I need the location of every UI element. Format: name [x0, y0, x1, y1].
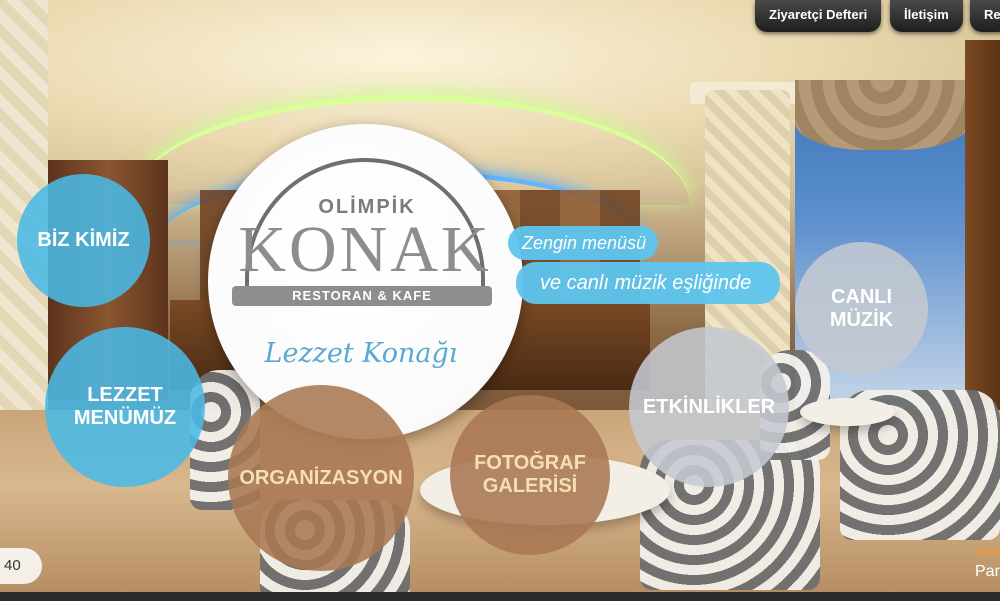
tagline-pill-2: ve canlı müzik eşliğinde: [516, 262, 780, 304]
fotograf-galerisi-button[interactable]: FOTOĞRAF GALERİSİ: [450, 395, 610, 555]
page-number-badge: 40: [0, 548, 42, 584]
lezzet-menumuz-button[interactable]: LEZZET MENÜMÜZ: [45, 327, 205, 487]
etkinlikler-button[interactable]: ETKİNLİKLER: [629, 327, 789, 487]
logo-name: KONAK: [238, 213, 492, 286]
logo-subtitle: RESTORAN & KAFE: [232, 286, 492, 306]
corner-small-text: Sana: [976, 547, 1000, 558]
nav-partial-button[interactable]: Re: [970, 0, 1000, 32]
organizasyon-button[interactable]: ORGANİZASYON: [228, 385, 414, 571]
canli-muzik-button[interactable]: CANLI MÜZİK: [795, 242, 928, 375]
table: [800, 398, 895, 426]
tagline-pill-1: Zengin menüsü: [508, 226, 658, 260]
curtain: [795, 80, 970, 150]
bottom-strip: [0, 592, 1000, 601]
corner-big-text[interactable]: Par: [975, 563, 1000, 581]
logo-slogan: Lezzet Konağı: [264, 338, 458, 369]
biz-kimiz-button[interactable]: BİZ KİMİZ: [17, 174, 150, 307]
nav-guestbook-button[interactable]: Ziyaretçi Defteri: [755, 0, 882, 32]
nav-contact-button[interactable]: İletişim: [890, 0, 963, 32]
